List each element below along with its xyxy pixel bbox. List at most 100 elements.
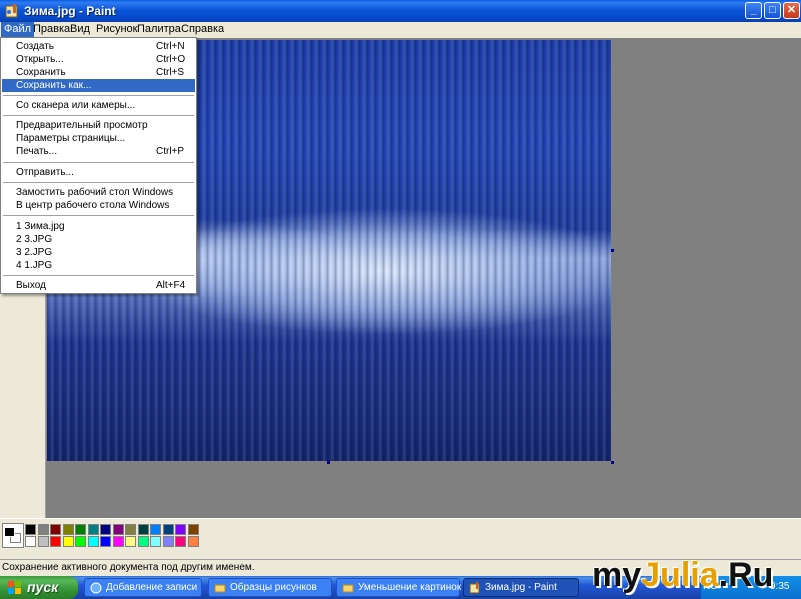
palette-swatch[interactable]	[137, 524, 149, 535]
taskbar-button-label: Зима.jpg - Paint	[485, 582, 557, 593]
palette-swatch[interactable]	[137, 536, 149, 547]
menu-item-print[interactable]: Печать... Ctrl+P	[2, 145, 195, 158]
taskbar-button-label: Добавление записи ...	[106, 582, 200, 593]
palette-swatch[interactable]	[87, 536, 99, 547]
folder-icon	[342, 584, 354, 593]
menu-item-recent-1[interactable]: 1 Зима.jpg	[2, 220, 195, 233]
taskbar-button-blog[interactable]: Добавление записи ...	[84, 578, 202, 597]
site-watermark: myJulia.Ru	[592, 555, 773, 595]
menu-item-recent-4[interactable]: 4 1.JPG	[2, 259, 195, 272]
menu-item-save[interactable]: Сохранить Ctrl+S	[2, 66, 195, 79]
menu-item-new[interactable]: Создать Ctrl+N	[2, 40, 195, 53]
palette-swatch[interactable]	[150, 536, 161, 547]
palette-swatch[interactable]	[150, 524, 161, 535]
menu-item-page-setup[interactable]: Параметры страницы...	[2, 132, 195, 145]
menu-item-label: В центр рабочего стола Windows	[16, 200, 170, 211]
taskbar-button-label: Образцы рисунков	[230, 582, 317, 593]
taskbar-button-resize[interactable]: Уменьшение картинок	[336, 578, 462, 597]
browser-icon	[90, 582, 102, 594]
menu-item-shortcut: Ctrl+P	[156, 146, 185, 157]
menu-item-label: Выход	[16, 280, 46, 291]
close-button[interactable]: ✕	[783, 2, 800, 19]
menu-bar: Файл Правка Вид Рисунок Палитра Справка	[0, 22, 801, 38]
menu-item-shortcut: Alt+F4	[156, 280, 186, 291]
menu-item-tile-desktop[interactable]: Замостить рабочий стол Windows	[2, 186, 195, 199]
menu-separator	[3, 115, 194, 116]
title-bar[interactable]: Зима.jpg - Paint _ □ ✕	[0, 0, 801, 22]
menu-item-label: Сохранить	[16, 67, 66, 78]
palette-swatch[interactable]	[162, 524, 174, 535]
windows-flag-icon	[8, 581, 21, 594]
palette-swatch[interactable]	[175, 524, 186, 535]
palette-swatch[interactable]	[37, 536, 49, 547]
palette-swatch[interactable]	[87, 524, 99, 535]
palette-swatch[interactable]	[125, 536, 136, 547]
status-text: Сохранение активного документа под други…	[2, 562, 255, 573]
window-title: Зима.jpg - Paint	[24, 4, 116, 18]
menu-item-label: Печать...	[16, 146, 58, 157]
menu-item-label: Параметры страницы...	[16, 133, 126, 144]
watermark-prefix: my	[592, 556, 642, 594]
palette-swatch[interactable]	[75, 536, 86, 547]
palette-swatch[interactable]	[50, 536, 61, 547]
menu-item-print-preview[interactable]: Предварительный просмотр	[2, 119, 195, 132]
palette-swatch[interactable]	[25, 524, 36, 535]
palette-swatch[interactable]	[75, 524, 86, 535]
maximize-button[interactable]: □	[764, 2, 781, 19]
menu-item-from-scanner[interactable]: Со сканера или камеры...	[2, 99, 195, 112]
menu-view[interactable]: Вид	[67, 22, 93, 38]
menu-item-shortcut: Ctrl+S	[156, 67, 185, 78]
folder-icon	[214, 584, 226, 593]
palette-swatch[interactable]	[37, 524, 49, 535]
resize-handle-corner[interactable]	[611, 461, 614, 464]
palette-swatch[interactable]	[100, 524, 111, 535]
palette-swatch[interactable]	[62, 524, 74, 535]
menu-colors[interactable]: Палитра	[134, 22, 184, 38]
menu-item-label: Замостить рабочий стол Windows	[16, 187, 174, 198]
resize-handle-right[interactable]	[611, 249, 614, 252]
palette-swatch[interactable]	[50, 524, 61, 535]
menu-item-recent-3[interactable]: 3 2.JPG	[2, 246, 195, 259]
taskbar-button-paint[interactable]: Зима.jpg - Paint	[463, 578, 579, 597]
palette-swatch[interactable]	[125, 524, 136, 535]
watermark-suffix: .Ru	[718, 556, 774, 594]
resize-handle-bottom[interactable]	[327, 461, 330, 464]
taskbar-button-label: Уменьшение картинок	[358, 582, 462, 593]
menu-item-shortcut: Ctrl+N	[156, 41, 185, 52]
palette-swatch[interactable]	[25, 536, 36, 547]
paint-app-icon	[469, 582, 480, 594]
watermark-accent: Julia	[641, 556, 719, 594]
menu-separator	[3, 275, 194, 276]
menu-item-exit[interactable]: Выход Alt+F4	[2, 279, 195, 292]
palette-swatch[interactable]	[100, 536, 111, 547]
menu-help[interactable]: Справка	[178, 22, 227, 38]
menu-item-label: Открыть...	[16, 54, 64, 65]
taskbar-button-samples[interactable]: Образцы рисунков	[208, 578, 332, 597]
start-button[interactable]: пуск	[0, 576, 78, 599]
palette-swatch[interactable]	[112, 536, 124, 547]
menu-item-recent-2[interactable]: 2 3.JPG	[2, 233, 195, 246]
menu-item-label: Предварительный просмотр	[16, 120, 148, 131]
menu-item-label: Создать	[16, 41, 55, 52]
menu-item-center-desktop[interactable]: В центр рабочего стола Windows	[2, 199, 195, 212]
palette-swatch[interactable]	[187, 524, 199, 535]
menu-item-label: 3 2.JPG	[16, 247, 53, 258]
palette-swatch[interactable]	[62, 536, 74, 547]
menu-item-shortcut: Ctrl+O	[156, 54, 186, 65]
menu-item-label: Отправить...	[16, 167, 74, 178]
palette-swatch[interactable]	[162, 536, 174, 547]
file-menu-dropdown: Создать Ctrl+N Открыть... Ctrl+O Сохранить…	[0, 37, 197, 294]
palette-swatch[interactable]	[112, 524, 124, 535]
menu-item-label: Сохранить как...	[16, 80, 92, 91]
palette-swatch[interactable]	[175, 536, 186, 547]
menu-separator	[3, 215, 194, 216]
menu-item-label: Со сканера или камеры...	[16, 100, 136, 111]
paint-app-icon	[5, 4, 18, 18]
menu-item-send[interactable]: Отправить...	[2, 166, 195, 179]
menu-item-save-as[interactable]: Сохранить как...	[2, 79, 195, 92]
palette-swatch[interactable]	[187, 536, 199, 547]
menu-item-label: 1 Зима.jpg	[16, 221, 65, 232]
foreground-color-swatch[interactable]	[4, 527, 15, 537]
menu-item-open[interactable]: Открыть... Ctrl+O	[2, 53, 195, 66]
minimize-button[interactable]: _	[745, 2, 762, 19]
